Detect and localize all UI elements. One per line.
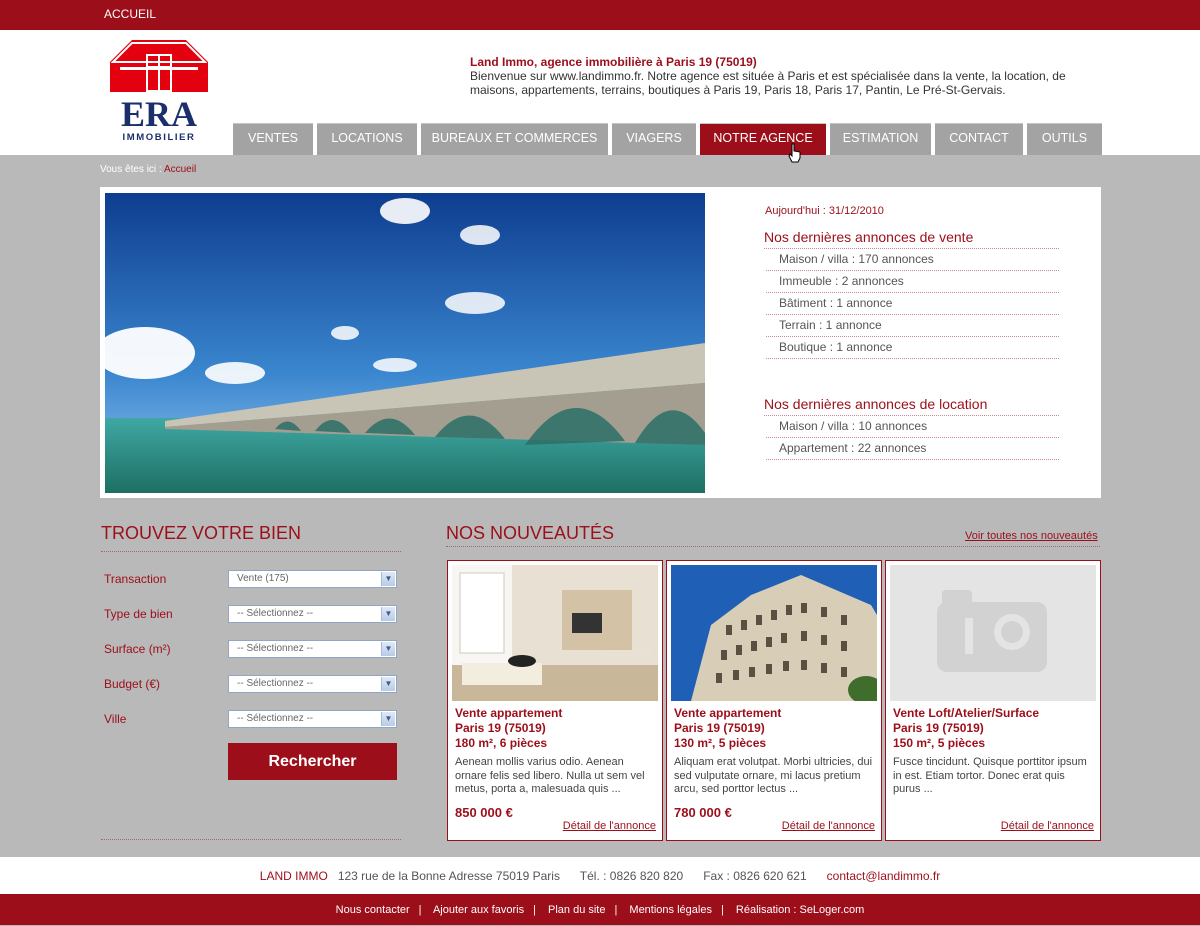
listing-city: Paris 19 (75019) <box>674 721 765 735</box>
listing-price: 850 000 € <box>455 805 513 820</box>
nav-estimation[interactable]: ESTIMATION <box>830 123 931 155</box>
home-link[interactable]: ACCUEIL <box>104 7 156 21</box>
surface-select[interactable]: -- Sélectionnez -- ▼ <box>228 640 397 658</box>
listing-detail-link[interactable]: Détail de l'annonce <box>1001 820 1094 832</box>
sales-list-title[interactable]: Nos dernières annonces de vente <box>764 229 1059 249</box>
footer-contact: LAND IMMO 123 rue de la Bonne Adresse 75… <box>0 857 1200 894</box>
search-button[interactable]: Rechercher <box>228 743 397 780</box>
chevron-down-icon[interactable]: ▼ <box>381 642 395 656</box>
building-photo[interactable] <box>671 565 877 701</box>
divider <box>101 839 401 840</box>
listing-city: Paris 19 (75019) <box>893 721 984 735</box>
chevron-down-icon[interactable]: ▼ <box>381 572 395 586</box>
living-room-photo[interactable] <box>452 565 658 701</box>
chevron-down-icon[interactable]: ▼ <box>381 677 395 691</box>
field-label: Type de bien <box>104 607 173 621</box>
listing-type[interactable]: Vente appartement <box>674 706 781 721</box>
listing-size: 180 m², 6 pièces <box>455 736 548 750</box>
rent-item[interactable]: Maison / villa : 10 annonces <box>766 416 1059 438</box>
nav-notre-agence[interactable]: NOTRE AGENCE <box>700 123 826 155</box>
intro-text: Bienvenue sur www.landimmo.fr. Notre age… <box>470 69 1066 97</box>
sales-item[interactable]: Bâtiment : 1 annonce <box>766 293 1059 315</box>
sales-item[interactable]: Terrain : 1 annonce <box>766 315 1059 337</box>
hand-cursor-icon <box>788 143 801 163</box>
listing-info: Vente appartement Paris 19 (75019) 180 m… <box>455 706 562 751</box>
divider <box>446 546 1100 547</box>
listing-detail-link[interactable]: Détail de l'annonce <box>782 820 875 832</box>
footer-agency: LAND IMMO <box>259 869 328 883</box>
nav-ventes[interactable]: VENTES <box>233 123 313 155</box>
listing-info: Vente Loft/Atelier/Surface Paris 19 (750… <box>893 706 1039 751</box>
nav-viagers[interactable]: VIAGERS <box>612 123 696 155</box>
see-all-link[interactable]: Voir toutes nos nouveautés <box>965 530 1098 542</box>
field-label: Surface (m²) <box>104 642 171 656</box>
select-value: -- Sélectionnez -- <box>237 643 314 654</box>
listing-type[interactable]: Vente appartement <box>455 706 562 721</box>
sales-item[interactable]: Boutique : 1 annonce <box>766 337 1059 359</box>
era-logo[interactable]: ERA IMMOBILIER <box>110 40 210 145</box>
sales-item[interactable]: Immeuble : 2 annonces <box>766 271 1059 293</box>
footer-link-sitemap[interactable]: Plan du site <box>548 904 605 916</box>
listing-size: 130 m², 5 pièces <box>674 736 767 750</box>
field-label: Ville <box>104 712 127 726</box>
listing-info: Vente appartement Paris 19 (75019) 130 m… <box>674 706 781 751</box>
footer-link-contact[interactable]: Nous contacter <box>336 904 410 916</box>
search-title: TROUVEZ VOTRE BIEN <box>101 523 302 543</box>
footer-link-legal[interactable]: Mentions légales <box>629 904 712 916</box>
footer-email[interactable]: contact@landimmo.fr <box>827 869 941 883</box>
nav-contact[interactable]: CONTACT <box>935 123 1023 155</box>
intro-title: Land Immo, agence immobilière à Paris 19… <box>470 55 757 69</box>
footer-tel: Tél. : 0826 820 820 <box>579 869 684 883</box>
nav-bureaux-commerces[interactable]: BUREAUX ET COMMERCES <box>421 123 608 155</box>
chevron-down-icon[interactable]: ▼ <box>381 607 395 621</box>
rent-item[interactable]: Appartement : 22 annonces <box>766 438 1059 460</box>
footer-link-credits[interactable]: Réalisation : SeLoger.com <box>736 904 864 916</box>
nav-outils[interactable]: OUTILS <box>1027 123 1102 155</box>
hero-panel: Aujourd'hui : 31/12/2010 Nos dernières a… <box>100 187 1101 498</box>
field-label: Transaction <box>104 572 167 586</box>
footer-fax: Fax : 0826 620 621 <box>703 869 807 883</box>
type-select[interactable]: -- Sélectionnez -- ▼ <box>228 605 397 623</box>
logo-sub-text: IMMOBILIER <box>123 132 196 143</box>
footer-address: 123 rue de la Bonne Adresse 75019 Paris <box>337 869 560 883</box>
footer-links: Nous contacter | Ajouter aux favoris | Pla… <box>0 894 1200 925</box>
listing-description: Aenean mollis varius odio. Aenean ornare… <box>455 756 645 795</box>
logo-era-text: ERA <box>121 94 197 134</box>
rent-list-title[interactable]: Nos dernières annonces de location <box>764 396 1059 416</box>
divider <box>101 551 401 552</box>
bridge-photo <box>105 193 705 493</box>
budget-select[interactable]: -- Sélectionnez -- ▼ <box>228 675 397 693</box>
select-value: -- Sélectionnez -- <box>237 713 314 724</box>
field-label: Budget (€) <box>104 677 161 691</box>
breadcrumb: Vous êtes ici : Accueil <box>100 164 196 175</box>
footer-link-favorites[interactable]: Ajouter aux favoris <box>433 904 524 916</box>
breadcrumb-prefix: Vous êtes ici : <box>100 164 162 175</box>
top-bar: ACCUEIL <box>0 0 1200 30</box>
listing-description: Fusce tincidunt. Quisque porttitor ipsum… <box>893 756 1087 795</box>
listing-type[interactable]: Vente Loft/Atelier/Surface <box>893 706 1039 721</box>
placeholder-photo[interactable] <box>890 565 1096 701</box>
listing-card[interactable]: Vente appartement Paris 19 (75019) 180 m… <box>447 560 663 841</box>
city-select[interactable]: -- Sélectionnez -- ▼ <box>228 710 397 728</box>
listing-size: 150 m², 5 pièces <box>893 736 986 750</box>
listing-card[interactable]: Vente appartement Paris 19 (75019) 130 m… <box>666 560 882 841</box>
news-title: NOS NOUVEAUTÉS <box>446 523 615 543</box>
sales-item[interactable]: Maison / villa : 170 annonces <box>766 249 1059 271</box>
today-date: Aujourd'hui : 31/12/2010 <box>765 205 884 217</box>
select-value: -- Sélectionnez -- <box>237 678 314 689</box>
listing-card[interactable]: Vente Loft/Atelier/Surface Paris 19 (750… <box>885 560 1101 841</box>
nav-locations[interactable]: LOCATIONS <box>317 123 417 155</box>
chevron-down-icon[interactable]: ▼ <box>381 712 395 726</box>
transaction-select[interactable]: Vente (175) ▼ <box>228 570 397 588</box>
listing-detail-link[interactable]: Détail de l'annonce <box>563 820 656 832</box>
select-value: Vente (175) <box>237 573 289 584</box>
agency-intro: Land Immo, agence immobilière à Paris 19… <box>470 55 1110 97</box>
listing-description: Aliquam erat volutpat. Morbi ultricies, … <box>674 756 873 795</box>
camera-icon <box>937 590 1047 672</box>
breadcrumb-current[interactable]: Accueil <box>164 164 196 175</box>
listing-price: 780 000 € <box>674 805 732 820</box>
listing-city: Paris 19 (75019) <box>455 721 546 735</box>
select-value: -- Sélectionnez -- <box>237 608 314 619</box>
